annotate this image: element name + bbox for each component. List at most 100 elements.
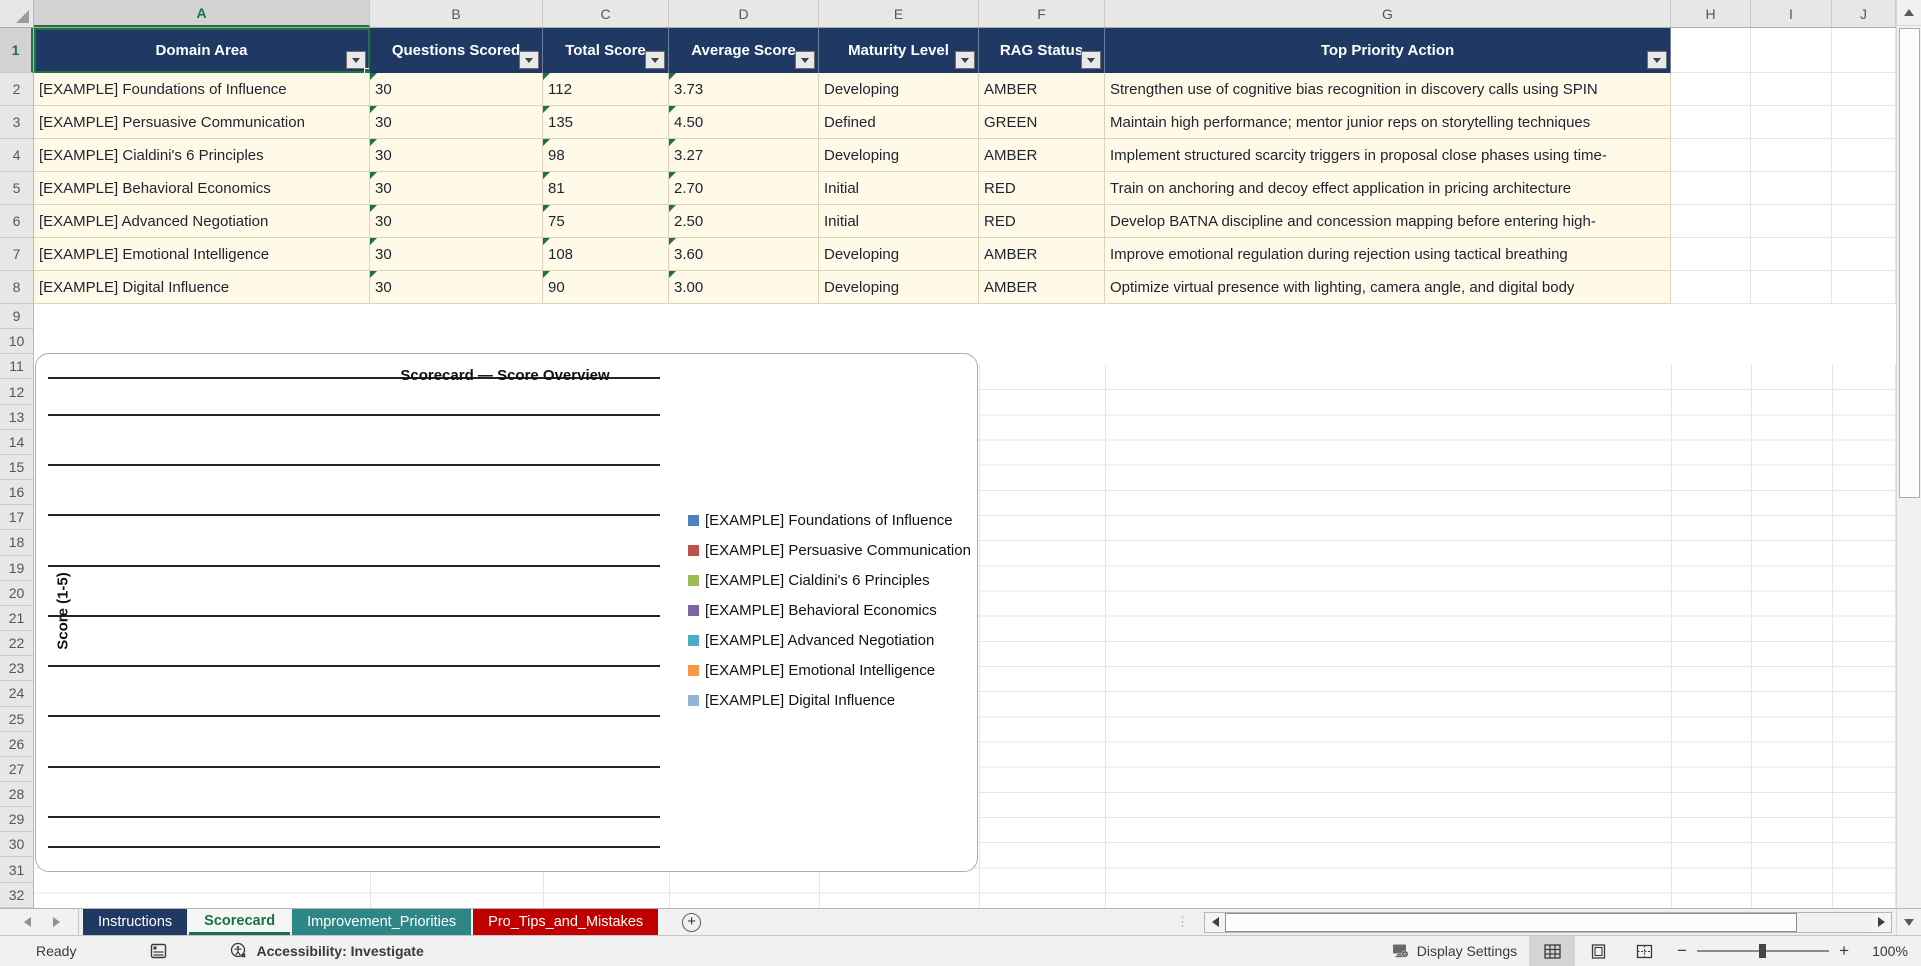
- cell-questions[interactable]: 30: [370, 172, 543, 205]
- scroll-left-button[interactable]: [1205, 912, 1225, 932]
- row-header[interactable]: 9: [0, 304, 33, 330]
- row-header[interactable]: 5: [0, 172, 33, 205]
- filter-dropdown-icon[interactable]: [1081, 51, 1101, 69]
- cell-action[interactable]: Implement structured scarcity triggers i…: [1105, 139, 1671, 172]
- row-header[interactable]: 18: [0, 530, 33, 556]
- empty-cell[interactable]: [1671, 238, 1751, 271]
- empty-cell[interactable]: [1751, 238, 1832, 271]
- row-header[interactable]: 26: [0, 732, 33, 757]
- empty-cell[interactable]: [1832, 106, 1896, 139]
- zoom-slider-thumb[interactable]: [1759, 944, 1767, 958]
- page-layout-view-button[interactable]: [1575, 936, 1621, 966]
- cell-average[interactable]: 3.00: [669, 271, 819, 304]
- page-break-preview-button[interactable]: [1621, 936, 1667, 966]
- cell-total[interactable]: 108: [543, 238, 669, 271]
- cell-domain[interactable]: [EXAMPLE] Foundations of Influence: [34, 73, 370, 106]
- cell-rag[interactable]: RED: [979, 205, 1105, 238]
- empty-cell[interactable]: [1671, 172, 1751, 205]
- column-header-d[interactable]: D: [669, 0, 819, 27]
- empty-cell[interactable]: [1751, 205, 1832, 238]
- row-header[interactable]: 3: [0, 106, 33, 139]
- row-header[interactable]: 6: [0, 205, 33, 238]
- header-rag-status[interactable]: RAG Status: [979, 28, 1105, 73]
- cell-total[interactable]: 81: [543, 172, 669, 205]
- empty-cell[interactable]: [1751, 106, 1832, 139]
- empty-cell[interactable]: [1832, 172, 1896, 205]
- column-header-e[interactable]: E: [819, 0, 979, 27]
- cell-questions[interactable]: 30: [370, 271, 543, 304]
- column-header-b[interactable]: B: [370, 0, 543, 27]
- tab-improvement-priorities[interactable]: Improvement_Priorities: [292, 909, 472, 935]
- cell-action[interactable]: Improve emotional regulation during reje…: [1105, 238, 1671, 271]
- row-header[interactable]: 28: [0, 782, 33, 808]
- column-header-f[interactable]: F: [979, 0, 1105, 27]
- cell-domain[interactable]: [EXAMPLE] Emotional Intelligence: [34, 238, 370, 271]
- empty-cell[interactable]: [1751, 172, 1832, 205]
- horizontal-scrollbar-thumb[interactable]: [1225, 912, 1797, 932]
- empty-cell[interactable]: [1751, 28, 1832, 73]
- row-header[interactable]: 19: [0, 556, 33, 581]
- splitter-grip-icon[interactable]: ⋮: [1176, 914, 1190, 930]
- column-header-h[interactable]: H: [1671, 0, 1751, 27]
- cell-total[interactable]: 98: [543, 139, 669, 172]
- filter-dropdown-icon[interactable]: [519, 51, 539, 69]
- cell-maturity[interactable]: Initial: [819, 205, 979, 238]
- cell-action[interactable]: Develop BATNA discipline and concession …: [1105, 205, 1671, 238]
- cell-average[interactable]: 3.60: [669, 238, 819, 271]
- filter-dropdown-icon[interactable]: [955, 51, 975, 69]
- row-header[interactable]: 12: [0, 379, 33, 405]
- normal-view-button[interactable]: [1529, 935, 1576, 966]
- cell-rag[interactable]: RED: [979, 172, 1105, 205]
- row-header[interactable]: 16: [0, 480, 33, 506]
- empty-cell[interactable]: [1671, 106, 1751, 139]
- score-overview-chart[interactable]: Scorecard — Score Overview Score (1-5) […: [35, 353, 978, 872]
- display-settings-button[interactable]: Display Settings: [1380, 943, 1529, 959]
- filter-dropdown-icon[interactable]: [795, 51, 815, 69]
- tab-scroll-right-icon[interactable]: [53, 917, 60, 927]
- cell-maturity[interactable]: Developing: [819, 73, 979, 106]
- empty-cell[interactable]: [1832, 73, 1896, 106]
- cell-maturity[interactable]: Developing: [819, 238, 979, 271]
- empty-cell[interactable]: [1751, 139, 1832, 172]
- row-header[interactable]: 8: [0, 271, 33, 304]
- tab-scorecard[interactable]: Scorecard: [189, 909, 291, 935]
- row-header[interactable]: 15: [0, 455, 33, 481]
- row-header[interactable]: 7: [0, 238, 33, 271]
- cell-average[interactable]: 2.70: [669, 172, 819, 205]
- row-header[interactable]: 31: [0, 857, 33, 883]
- row-header[interactable]: 11: [0, 354, 33, 380]
- row-header[interactable]: 20: [0, 581, 33, 606]
- scroll-down-button[interactable]: [1896, 909, 1921, 935]
- row-header[interactable]: 2: [0, 73, 33, 106]
- cell-rag[interactable]: AMBER: [979, 139, 1105, 172]
- empty-cell[interactable]: [1671, 271, 1751, 304]
- column-header-g[interactable]: G: [1105, 0, 1671, 27]
- row-header[interactable]: 14: [0, 430, 33, 455]
- cell-total[interactable]: 75: [543, 205, 669, 238]
- cell-action[interactable]: Strengthen use of cognitive bias recogni…: [1105, 73, 1671, 106]
- vertical-scrollbar[interactable]: [1896, 0, 1921, 908]
- empty-cell[interactable]: [1832, 139, 1896, 172]
- cell-questions[interactable]: 30: [370, 73, 543, 106]
- zoom-slider[interactable]: [1697, 944, 1830, 958]
- cell-action[interactable]: Maintain high performance; mentor junior…: [1105, 106, 1671, 139]
- macro-record-icon[interactable]: [150, 943, 167, 959]
- column-header-c[interactable]: C: [543, 0, 669, 27]
- empty-cell[interactable]: [1832, 205, 1896, 238]
- empty-cell[interactable]: [1751, 271, 1832, 304]
- cell-questions[interactable]: 30: [370, 139, 543, 172]
- header-total-score[interactable]: Total Score: [543, 28, 669, 73]
- column-header-a[interactable]: A: [34, 0, 370, 27]
- cell-domain[interactable]: [EXAMPLE] Persuasive Communication: [34, 106, 370, 139]
- cell-rag[interactable]: AMBER: [979, 73, 1105, 106]
- vertical-scrollbar-thumb[interactable]: [1899, 28, 1920, 498]
- row-header[interactable]: 1: [0, 28, 33, 73]
- empty-cell[interactable]: [1671, 28, 1751, 73]
- cell-maturity[interactable]: Defined: [819, 106, 979, 139]
- header-top-priority-action[interactable]: Top Priority Action: [1105, 28, 1671, 73]
- tab-pro-tips-and-mistakes[interactable]: Pro_Tips_and_Mistakes: [473, 909, 659, 935]
- empty-cell[interactable]: [1751, 73, 1832, 106]
- empty-cell[interactable]: [1832, 238, 1896, 271]
- header-domain-area[interactable]: Domain Area: [34, 28, 370, 73]
- row-header[interactable]: 29: [0, 807, 33, 833]
